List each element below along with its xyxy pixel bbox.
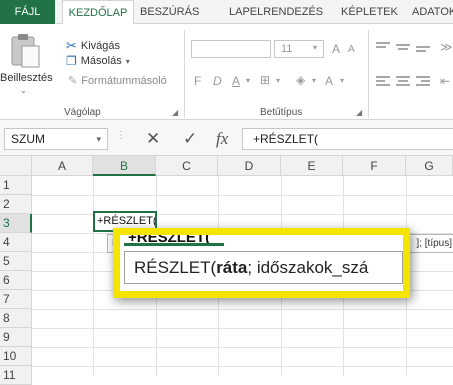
remaining-arguments: ; időszakok_szá [247, 258, 369, 277]
format-painter-button[interactable]: ✎ Formátummásoló [68, 74, 167, 88]
chevron-down-icon[interactable]: ▾ [246, 76, 250, 85]
ribbon-tab-bar: FÁJL KEZDŐLAP BESZÚRÁS LAPELRENDEZÉS KÉP… [0, 0, 453, 25]
column-header-d[interactable]: D [218, 156, 281, 176]
copy-button[interactable]: ❐ Másolás ▾ [66, 54, 130, 68]
zoom-callout: +RÉSZLET( RÉSZLET(ráta; időszakok_szá [113, 228, 410, 298]
column-header-g[interactable]: G [406, 156, 453, 176]
select-all-corner[interactable] [0, 156, 32, 176]
function-signature-tooltip: RÉSZLET(ráta; időszakok_szá [124, 251, 403, 284]
gridline [93, 176, 94, 376]
zoom-cell-strip: +RÉSZLET( [120, 235, 403, 249]
copy-icon: ❐ [66, 54, 77, 68]
name-box[interactable]: SZUM ▾ [4, 128, 108, 150]
group-divider [368, 30, 369, 118]
dialog-launcher-icon[interactable]: ◢ [172, 108, 178, 117]
function-tooltip-args: ]; [típus] [416, 238, 452, 249]
fill-color-icon[interactable]: ◈ [296, 73, 305, 87]
tab-file[interactable]: FÁJL [0, 0, 55, 24]
row-header-1[interactable]: 1 [0, 176, 32, 195]
underline-button[interactable]: A [232, 74, 240, 88]
group-divider [184, 30, 185, 118]
row-header-7[interactable]: 7 [0, 290, 32, 309]
ribbon: Beillesztés ⌄ ✂ Kivágás ❐ Másolás ▾ ✎ Fo… [0, 24, 453, 120]
column-header-c[interactable]: C [156, 156, 218, 176]
grow-font-button[interactable]: A [332, 42, 340, 56]
font-name-dropdown[interactable] [191, 40, 271, 58]
row-header-6[interactable]: 6 [0, 271, 32, 290]
confirm-entry-button[interactable]: ✓ [183, 129, 197, 149]
font-size-value: 11 [281, 43, 293, 55]
more-icon: ⋮ [116, 130, 126, 141]
bold-button[interactable]: F [194, 74, 201, 88]
row-header-2[interactable]: 2 [0, 195, 32, 214]
borders-icon[interactable]: ⊞ [260, 73, 270, 87]
cut-button[interactable]: ✂ Kivágás [66, 38, 120, 54]
scissors-icon: ✂ [66, 38, 77, 53]
insert-function-button[interactable]: fx [216, 129, 228, 149]
chevron-down-icon[interactable]: ▾ [312, 76, 316, 85]
formula-input[interactable]: +RÉSZLET( [242, 128, 453, 150]
font-size-dropdown[interactable]: 11 ▾ [274, 40, 324, 58]
function-name: RÉSZLET( [134, 258, 217, 277]
zoom-cell-border [124, 243, 224, 246]
paste-icon [11, 34, 40, 68]
row-header-5[interactable]: 5 [0, 252, 32, 271]
row-header-8[interactable]: 8 [0, 309, 32, 328]
gridline [32, 347, 453, 348]
column-header-e[interactable]: E [281, 156, 343, 176]
format-painter-label: Formátummásoló [81, 74, 167, 87]
tab-data[interactable]: ADATOK [412, 0, 453, 24]
column-header-a[interactable]: A [32, 156, 93, 176]
font-group-label: Betűtípus [260, 107, 303, 118]
chevron-down-icon[interactable]: ▾ [96, 129, 101, 149]
italic-button[interactable]: D [213, 74, 222, 88]
row-header-4[interactable]: 4 [0, 233, 32, 252]
active-argument[interactable]: ráta [216, 258, 247, 277]
indent-icon[interactable]: ⇤ [440, 74, 450, 88]
row-header-9[interactable]: 9 [0, 328, 32, 347]
paste-label: Beillesztés [0, 72, 53, 84]
column-header-f[interactable]: F [343, 156, 406, 176]
tab-page-layout[interactable]: LAPELRENDEZÉS [229, 0, 323, 24]
chevron-down-icon: ⌄ [20, 86, 27, 95]
tab-formulas[interactable]: KÉPLETEK [341, 0, 398, 24]
chevron-down-icon: ▾ [313, 43, 318, 52]
clipboard-group-label: Vágólap [64, 107, 101, 118]
gridline [32, 366, 453, 367]
gridline [32, 195, 453, 196]
chevron-down-icon[interactable]: ▾ [340, 76, 344, 85]
dialog-launcher-icon[interactable]: ◢ [356, 108, 362, 117]
column-header-b[interactable]: B [93, 156, 156, 176]
shrink-font-button[interactable]: A [348, 44, 355, 55]
cut-label: Kivágás [80, 40, 121, 52]
copy-label: Másolás [80, 55, 122, 67]
chevron-down-icon[interactable]: ▾ [276, 76, 280, 85]
name-box-value: SZUM [11, 132, 45, 146]
row-header-3[interactable]: 3 [0, 214, 32, 233]
chevron-down-icon: ▾ [125, 56, 130, 66]
font-color-button[interactable]: A [325, 74, 333, 88]
row-header-10[interactable]: 10 [0, 347, 32, 366]
tab-insert[interactable]: BESZÚRÁS [140, 0, 199, 24]
cancel-entry-button[interactable]: ✕ [146, 129, 160, 149]
tab-home[interactable]: KEZDŐLAP [62, 0, 134, 25]
gridline [32, 309, 453, 310]
orientation-icon[interactable]: ≫ [440, 40, 453, 54]
format-painter-icon: ✎ [68, 75, 78, 87]
gridline [32, 328, 453, 329]
formula-bar: SZUM ▾ ⋮ ✕ ✓ fx +RÉSZLET( [0, 120, 453, 156]
